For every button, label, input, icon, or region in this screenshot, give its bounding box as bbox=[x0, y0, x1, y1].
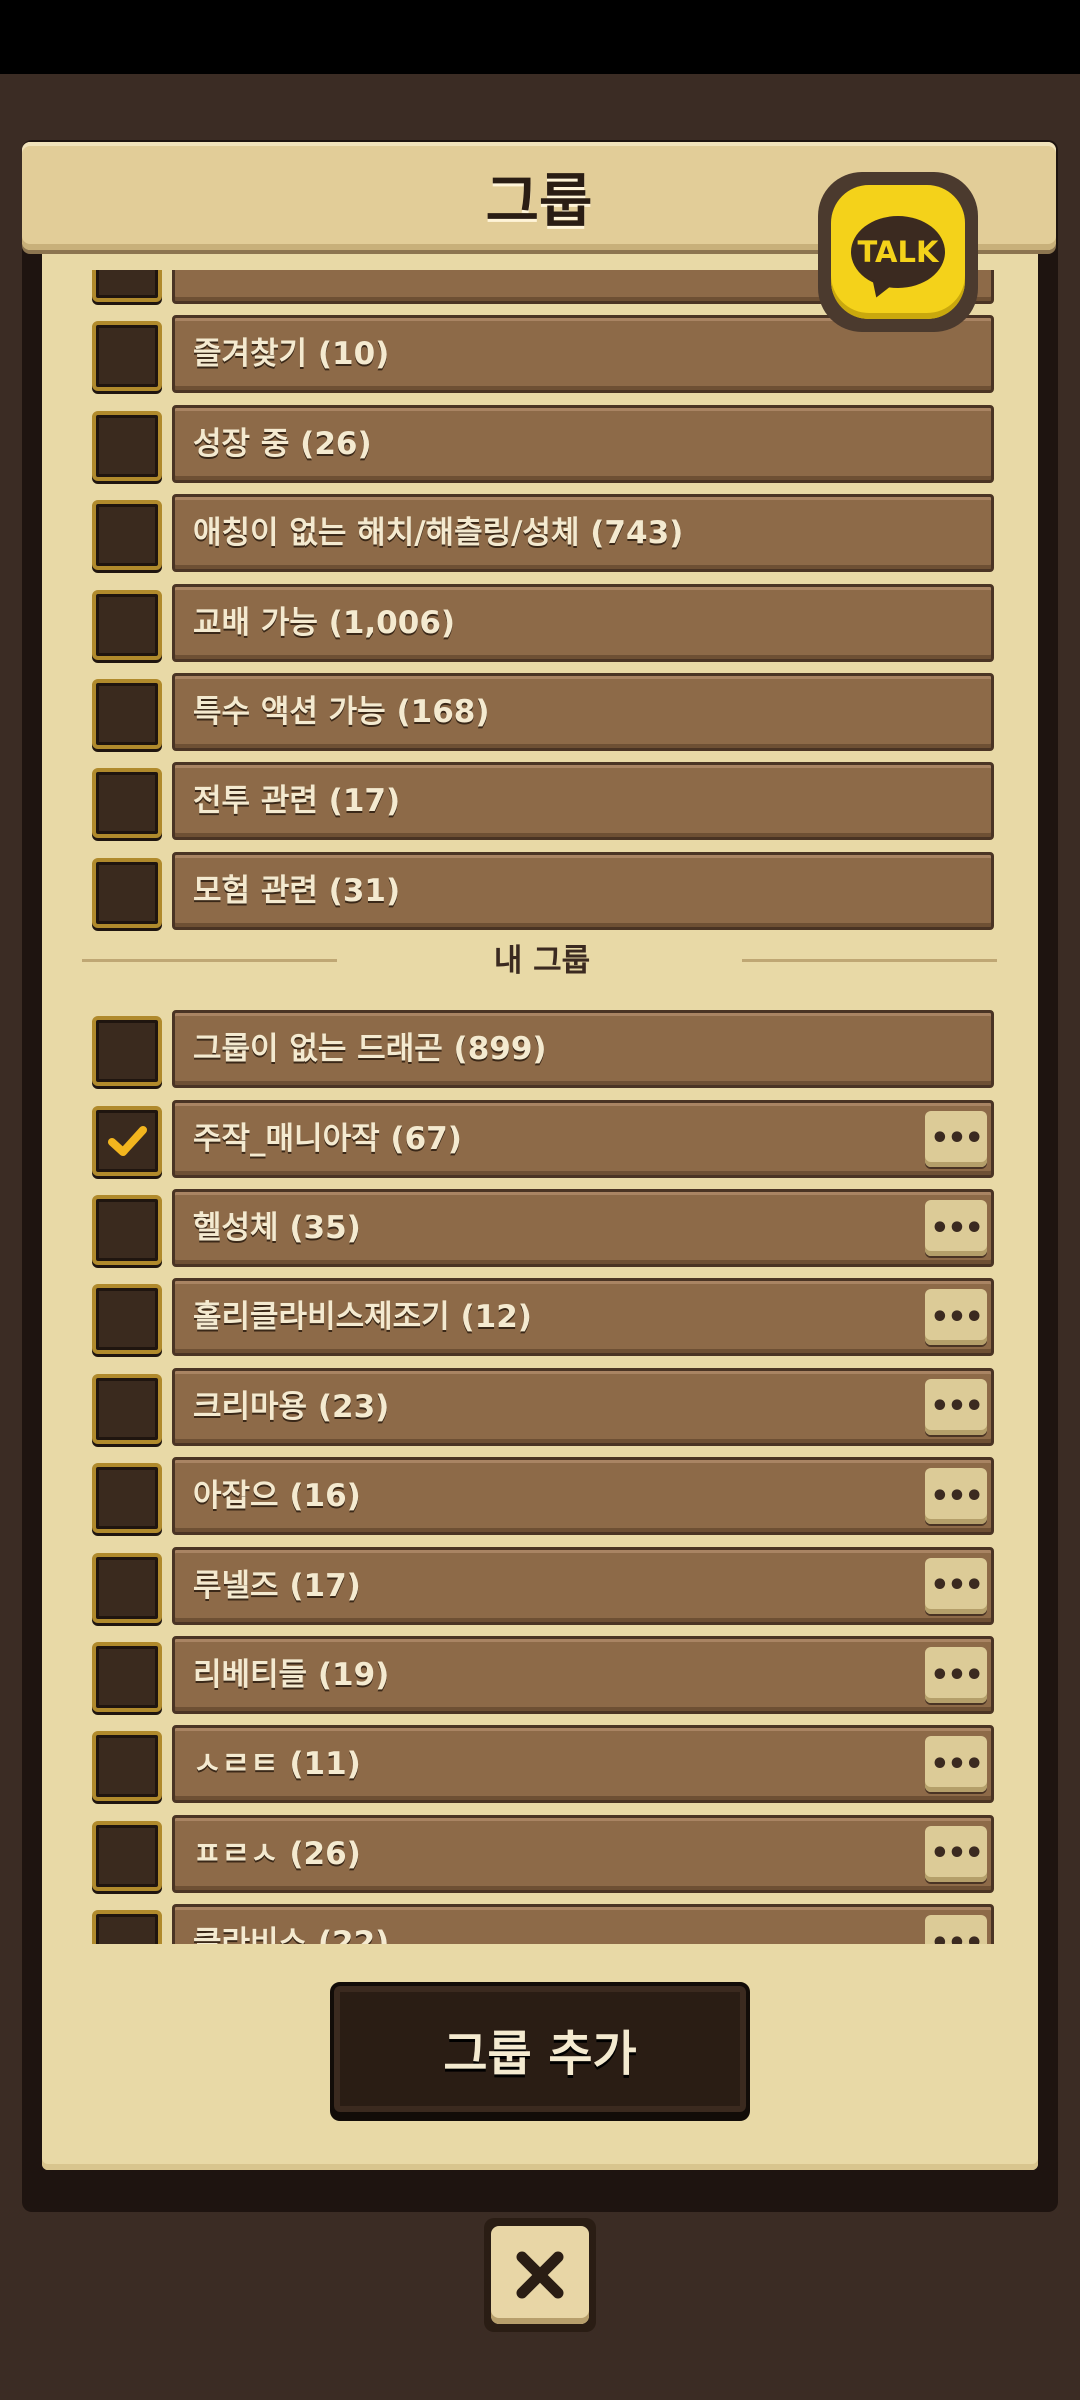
checkbox[interactable] bbox=[92, 589, 162, 660]
group-row-my-0[interactable]: 그룹이 없는 드래곤 (899) bbox=[82, 1010, 1002, 1090]
checkmark-icon bbox=[108, 1125, 147, 1156]
group-label: 리베티들 (19) bbox=[193, 1657, 390, 1693]
more-options-icon[interactable]: ••• bbox=[925, 1110, 987, 1167]
group-row-default-2[interactable]: 애칭이 없는 해치/해츨링/성체 (743) bbox=[82, 494, 1002, 574]
talk-label: TALK bbox=[851, 216, 945, 288]
group-label-bar[interactable]: 모험 관련 (31) bbox=[172, 851, 994, 930]
close-button[interactable] bbox=[484, 2218, 596, 2332]
group-label-bar[interactable]: 헬성체 (35) ••• bbox=[172, 1189, 994, 1267]
checkbox[interactable] bbox=[92, 500, 162, 571]
checkbox[interactable] bbox=[92, 1195, 162, 1265]
group-label-bar[interactable]: 애칭이 없는 해치/해츨링/성체 (743) bbox=[172, 494, 994, 573]
group-label-bar[interactable]: ㅅㄹㅌ (11) ••• bbox=[172, 1725, 994, 1804]
more-options-icon[interactable]: ••• bbox=[925, 1289, 987, 1346]
group-row-my-6[interactable]: 루넬즈 (17) ••• bbox=[82, 1546, 1002, 1627]
group-label: 크리마용 (23) bbox=[193, 1388, 390, 1425]
close-icon bbox=[491, 2226, 589, 2324]
group-label: 모험 관련 (31) bbox=[193, 872, 401, 909]
group-row-my-5[interactable]: 아잡으 (16) ••• bbox=[82, 1457, 1002, 1537]
more-options-icon[interactable]: ••• bbox=[925, 1647, 987, 1703]
group-label: 즐겨찾기 (10) bbox=[193, 336, 390, 373]
group-label: 교배 가능 (1,006) bbox=[193, 604, 456, 641]
group-label: 성장 중 (26) bbox=[193, 425, 372, 462]
checkbox[interactable] bbox=[92, 321, 162, 392]
more-options-icon[interactable]: ••• bbox=[925, 1468, 987, 1525]
checkbox[interactable] bbox=[92, 1016, 162, 1087]
group-row-my-1[interactable]: 주작_매니아작 (67) ••• bbox=[82, 1099, 1002, 1180]
group-row-default-3[interactable]: 교배 가능 (1,006) bbox=[82, 583, 1002, 664]
group-label-bar[interactable]: 전투 관련 (17) bbox=[172, 762, 994, 841]
group-label: ㅍㄹㅅ (26) bbox=[193, 1835, 361, 1872]
checkbox[interactable] bbox=[92, 1910, 162, 1944]
checkbox[interactable] bbox=[92, 1731, 162, 1802]
group-label: 루넬즈 (17) bbox=[193, 1567, 361, 1604]
group-label: 헬성체 (35) bbox=[193, 1210, 361, 1246]
checkbox[interactable] bbox=[92, 1820, 162, 1891]
status-bar bbox=[0, 0, 1080, 74]
more-options-icon[interactable]: ••• bbox=[925, 1378, 987, 1435]
more-options-icon[interactable]: ••• bbox=[925, 1200, 987, 1256]
group-label-bar[interactable]: 루넬즈 (17) ••• bbox=[172, 1546, 994, 1625]
group-row-default-6[interactable]: 모험 관련 (31) bbox=[82, 851, 1002, 932]
checkbox[interactable] bbox=[92, 1463, 162, 1534]
checkbox[interactable] bbox=[92, 410, 162, 481]
group-label: 아잡으 (16) bbox=[193, 1478, 361, 1515]
kakaotalk-icon: TALK bbox=[831, 185, 965, 319]
group-label: ㅅㄹㅌ (11) bbox=[193, 1746, 361, 1783]
group-label-bar[interactable]: 크리마용 (23) ••• bbox=[172, 1367, 994, 1446]
group-label-bar[interactable]: ㅍㄹㅅ (26) ••• bbox=[172, 1814, 994, 1893]
group-label: 그룹이 없는 드래곤 (899) bbox=[193, 1031, 547, 1068]
section-title: 내 그룹 bbox=[493, 943, 591, 980]
kakaotalk-button[interactable]: TALK bbox=[818, 172, 978, 332]
checkbox[interactable] bbox=[92, 1552, 162, 1623]
checkbox[interactable] bbox=[92, 1284, 162, 1355]
group-row-my-8[interactable]: ㅅㄹㅌ (11) ••• bbox=[82, 1725, 1002, 1805]
group-label-bar[interactable]: 아잡으 (16) ••• bbox=[172, 1457, 994, 1536]
checkbox[interactable] bbox=[92, 679, 162, 749]
group-label: 홀리클라비스제조기 (12) bbox=[193, 1299, 532, 1336]
more-options-icon[interactable]: ••• bbox=[925, 1557, 987, 1614]
group-label-bar[interactable]: 특수 액션 가능 (168) bbox=[172, 673, 994, 751]
group-row-default-5[interactable]: 전투 관련 (17) bbox=[82, 762, 1002, 842]
checkbox-checked[interactable] bbox=[92, 1105, 162, 1176]
more-options-icon[interactable]: ••• bbox=[925, 1915, 987, 1944]
more-options-icon[interactable]: ••• bbox=[925, 1736, 987, 1793]
group-label-bar[interactable]: 리베티들 (19) ••• bbox=[172, 1636, 994, 1714]
group-label-bar[interactable]: 그룹이 없는 드래곤 (899) bbox=[172, 1010, 994, 1089]
section-divider-my-groups: 내 그룹 bbox=[82, 931, 1002, 991]
group-label: 애칭이 없는 해치/해츨링/성체 (743) bbox=[193, 515, 684, 552]
group-label: 전투 관련 (17) bbox=[193, 783, 401, 820]
checkbox[interactable] bbox=[92, 768, 162, 839]
group-label-bar[interactable]: 홀리클라비스제조기 (12) ••• bbox=[172, 1278, 994, 1357]
group-row-default-4[interactable]: 특수 액션 가능 (168) bbox=[82, 673, 1002, 753]
group-label: 주작_매니아작 (67) bbox=[193, 1120, 462, 1157]
group-row-my-9[interactable]: ㅍㄹㅅ (26) ••• bbox=[82, 1814, 1002, 1895]
more-options-icon[interactable]: ••• bbox=[925, 1825, 987, 1882]
group-row-my-3[interactable]: 홀리클라비스제조기 (12) ••• bbox=[82, 1278, 1002, 1358]
group-label-bar[interactable]: 성장 중 (26) bbox=[172, 404, 994, 483]
group-row-default-1[interactable]: 성장 중 (26) bbox=[82, 404, 1002, 485]
group-label-bar[interactable]: 교배 가능 (1,006) bbox=[172, 583, 994, 662]
group-row-my-4[interactable]: 크리마용 (23) ••• bbox=[82, 1367, 1002, 1448]
group-label: 특수 액션 가능 (168) bbox=[193, 694, 490, 730]
group-row-my-7[interactable]: 리베티들 (19) ••• bbox=[82, 1636, 1002, 1716]
group-list[interactable]: 즐겨찾기 (10) 성장 중 (26) 애칭이 없는 해치/해츨링/성체 (743)… bbox=[82, 270, 1002, 1944]
group-row-my-2[interactable]: 헬성체 (35) ••• bbox=[82, 1189, 1002, 1269]
group-row-my-10[interactable]: 클라비스 (22) ••• bbox=[82, 1904, 1002, 1944]
checkbox[interactable] bbox=[92, 1373, 162, 1444]
group-label-bar[interactable]: 클라비스 (22) ••• bbox=[172, 1904, 994, 1944]
group-label: 클라비스 (22) bbox=[193, 1925, 390, 1944]
checkbox[interactable] bbox=[92, 857, 162, 928]
group-label-bar[interactable]: 주작_매니아작 (67) ••• bbox=[172, 1099, 994, 1178]
add-group-button[interactable]: 그룹 추가 bbox=[330, 1982, 750, 2116]
checkbox[interactable] bbox=[92, 1642, 162, 1712]
checkbox[interactable] bbox=[92, 270, 162, 302]
